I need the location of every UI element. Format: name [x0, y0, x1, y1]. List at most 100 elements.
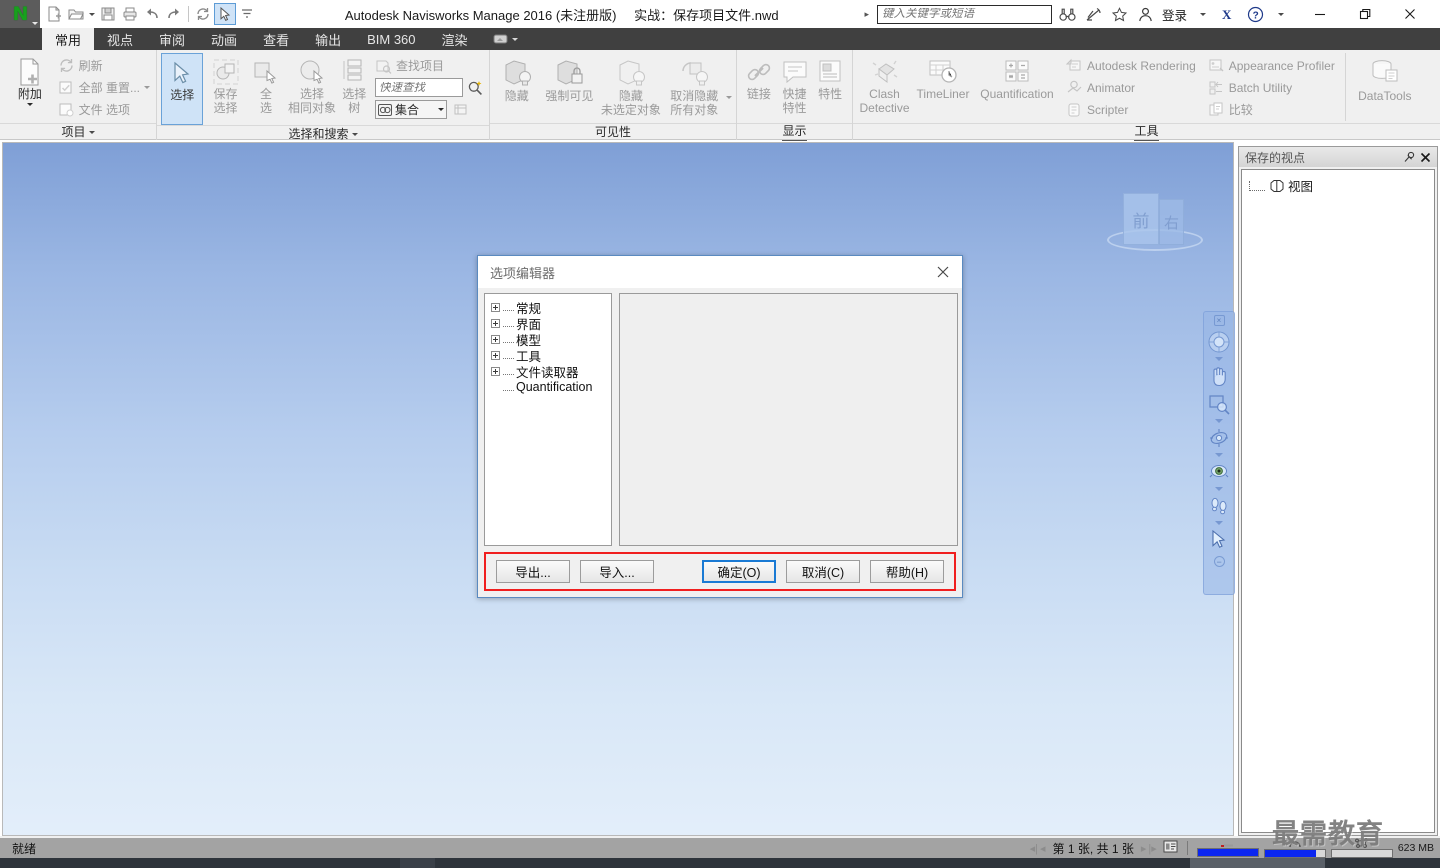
expand-plus-icon[interactable]	[491, 318, 500, 328]
reset-all-button[interactable]: 全部 重置...	[56, 77, 152, 98]
require-visible-button[interactable]: 强制可见	[540, 53, 599, 103]
hide-unselected-button[interactable]: 隐藏 未选定对象	[599, 53, 662, 117]
select-tool-button[interactable]: 选择	[161, 53, 204, 125]
favorites-star-icon[interactable]	[1110, 3, 1130, 25]
tree-node-file-readers[interactable]: 文件读取器	[488, 363, 608, 380]
ok-button[interactable]: 确定(O)	[702, 560, 776, 583]
restore-button[interactable]	[1342, 0, 1387, 28]
properties-button[interactable]: 特性	[812, 53, 848, 101]
tab-donghua[interactable]: 动画	[198, 28, 250, 50]
chevron-down-icon[interactable]	[437, 108, 444, 111]
refresh-button[interactable]: 刷新	[56, 55, 152, 76]
tab-shidian[interactable]: 视点	[94, 28, 146, 50]
manage-sets-button[interactable]	[451, 99, 473, 120]
open-dropdown-caret-icon[interactable]	[87, 3, 97, 25]
steering-wheel-icon[interactable]	[1205, 328, 1233, 356]
taskbar-segment[interactable]	[435, 858, 1190, 868]
ribbon-group-title-selection[interactable]: 选择和搜索	[157, 125, 489, 142]
redo-icon[interactable]	[163, 3, 185, 25]
scripter-button[interactable]: Scripter	[1064, 99, 1198, 120]
ribbon-extra-tab-menu[interactable]	[481, 28, 530, 50]
orbit-icon[interactable]	[1205, 424, 1233, 452]
export-button[interactable]: 导出...	[496, 560, 570, 583]
search-input[interactable]	[881, 8, 1047, 20]
batch-utility-button[interactable]: Batch Utility	[1206, 77, 1337, 98]
save-selection-button[interactable]: 保存 选择	[203, 53, 247, 115]
last-sheet-button[interactable]: |▸	[1148, 842, 1156, 855]
selection-tree-button[interactable]: 选择 树	[340, 53, 369, 115]
pin-icon[interactable]	[1401, 149, 1417, 165]
first-sheet-button[interactable]: ◂|	[1030, 842, 1038, 855]
file-options-button[interactable]: 文件 选项	[56, 99, 152, 120]
view-cube-front-face[interactable]: 前	[1123, 193, 1159, 245]
sign-in-caret-icon[interactable]	[1193, 3, 1213, 25]
import-button[interactable]: 导入...	[580, 560, 654, 583]
prev-sheet-button[interactable]: ◂	[1040, 842, 1046, 855]
links-button[interactable]: 链接	[741, 53, 777, 101]
taskbar-segment[interactable]	[400, 858, 435, 868]
expand-plus-icon[interactable]	[491, 366, 500, 376]
next-sheet-button[interactable]: ▸	[1141, 842, 1147, 855]
select-icon[interactable]	[214, 3, 236, 25]
expand-plus-icon[interactable]	[491, 334, 500, 344]
tab-changyong[interactable]: 常用	[42, 28, 95, 50]
find-item-button[interactable]: 查找项目	[373, 55, 485, 76]
animator-button[interactable]: Animator	[1064, 77, 1198, 98]
look-around-icon[interactable]	[1205, 458, 1233, 486]
sign-in-button[interactable]: 登录	[1162, 5, 1187, 24]
navbar-collapse-icon[interactable]: −	[1213, 556, 1225, 567]
zoom-window-icon[interactable]	[1205, 390, 1233, 418]
user-account-icon[interactable]	[1136, 3, 1156, 25]
viewpoint-item[interactable]: 视图	[1246, 176, 1430, 195]
select-all-button[interactable]: 全 选	[248, 53, 285, 115]
help-button[interactable]: 帮助(H)	[870, 560, 944, 583]
search-box[interactable]	[876, 4, 1052, 24]
cancel-button[interactable]: 取消(C)	[786, 560, 860, 583]
new-file-icon[interactable]	[43, 3, 65, 25]
tree-node-interface[interactable]: 界面	[488, 315, 608, 332]
tree-node-general[interactable]: 常规	[488, 299, 608, 316]
quantification-button[interactable]: Quantification	[974, 53, 1060, 101]
chevron-down-icon[interactable]	[1215, 521, 1223, 525]
sets-dropdown[interactable]: 集合	[374, 100, 447, 119]
chevron-down-icon[interactable]	[1215, 487, 1223, 491]
walk-icon[interactable]	[1205, 492, 1233, 520]
infocenter-expand-icon[interactable]: ▸	[862, 9, 871, 20]
taskbar-active-window[interactable]	[1190, 858, 1325, 868]
exchange-apps-icon[interactable]: X	[1219, 3, 1239, 25]
taskbar-tray[interactable]	[1325, 858, 1440, 868]
chevron-down-icon[interactable]	[1215, 419, 1223, 423]
datatools-button[interactable]: DataTools	[1354, 53, 1416, 103]
chevron-down-icon[interactable]	[26, 103, 33, 106]
help-caret-icon[interactable]	[1271, 3, 1291, 25]
search-binoculars-icon[interactable]	[1058, 3, 1078, 25]
unhide-all-button[interactable]: 取消隐藏 所有对象	[663, 53, 726, 117]
close-button[interactable]	[1387, 0, 1432, 28]
chevron-down-icon[interactable]	[351, 132, 358, 136]
save-icon[interactable]	[97, 3, 119, 25]
compare-button[interactable]: 比较	[1206, 99, 1337, 120]
tree-node-quantification[interactable]: Quantification	[488, 379, 608, 395]
tab-chakan[interactable]: 查看	[250, 28, 302, 50]
chevron-down-icon[interactable]	[144, 86, 150, 89]
hide-button[interactable]: 隐藏	[494, 53, 540, 103]
view-cube-right-face[interactable]: 右	[1159, 199, 1184, 245]
expand-plus-icon[interactable]	[491, 302, 500, 312]
tab-shenyue[interactable]: 审阅	[146, 28, 198, 50]
options-tree[interactable]: 常规 界面 模型 工具 文件读取器 Quantification	[484, 293, 612, 546]
chevron-down-icon[interactable]	[1215, 357, 1223, 361]
open-file-icon[interactable]	[65, 3, 87, 25]
select-same-object-button[interactable]: 选择 相同对象	[284, 53, 339, 115]
tree-node-model[interactable]: 模型	[488, 331, 608, 348]
navbar-close-icon[interactable]: ×	[1213, 315, 1225, 326]
refresh-icon[interactable]	[192, 3, 214, 25]
dialog-close-button[interactable]	[930, 260, 956, 284]
communication-center-icon[interactable]	[1084, 3, 1104, 25]
visibility-overflow-caret[interactable]	[726, 96, 732, 123]
attach-button[interactable]: 附加	[4, 53, 56, 106]
application-menu-button[interactable]: N	[0, 0, 40, 28]
quick-find-input[interactable]	[378, 81, 451, 94]
pan-hand-icon[interactable]	[1205, 362, 1233, 390]
autodesk-rendering-button[interactable]: Autodesk Rendering	[1064, 55, 1198, 76]
undo-icon[interactable]	[141, 3, 163, 25]
